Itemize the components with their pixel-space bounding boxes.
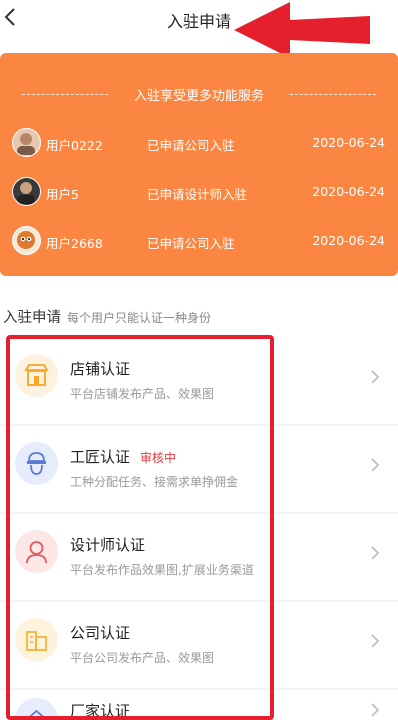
record-user: 用户0222 [46,138,103,153]
item-description: 工种分配任务、接需求单挣佣金 [70,475,239,489]
item-description: 平台店铺发布产品、效果图 [70,387,215,401]
record-date: 2020-06-24 [312,135,385,150]
application-record: 用户5 已申请设计师入驻 2020-06-24 [0,175,398,209]
list-item-factory[interactable]: 厂家认证 [0,690,398,720]
chevron-right-icon [371,458,380,472]
chevron-right-icon [371,703,380,717]
promo-banner: 入驻享受更多功能服务 用户0222 已申请公司入驻 2020-06-24 用户5… [0,53,398,276]
worker-helmet-icon [15,442,58,485]
item-description: 平台公司发布产品、效果图 [70,651,215,665]
list-item-designer[interactable]: 设计师认证 平台发布作品效果图,扩展业务渠道 [0,514,398,600]
status-badge: 审核中 [140,451,177,465]
avatar [12,177,41,206]
record-date: 2020-06-24 [312,233,385,248]
avatar [12,128,41,157]
list-item-worker[interactable]: 工匠认证 审核中 工种分配任务、接需求单挣佣金 [0,426,398,512]
item-title: 工匠认证 审核中 [70,448,177,466]
divider [290,94,376,95]
record-user: 用户2668 [46,236,103,251]
record-user: 用户5 [46,187,79,202]
page-title: 入驻申请 [166,12,231,31]
chevron-right-icon [371,370,380,384]
banner-header: 入驻享受更多功能服务 [0,84,398,104]
application-record: 用户2668 已申请公司入驻 2020-06-24 [0,224,398,258]
section-subtitle: 每个用户只能认证一种身份 [67,311,212,325]
record-action: 已申请公司入驻 [147,236,235,251]
certification-list: 店铺认证 平台店铺发布产品、效果图 工匠认证 审核中 工种分配任务、接需求单挣佣金… [0,338,398,720]
item-title: 公司认证 [70,624,131,642]
item-title: 厂家认证 [70,702,131,720]
chevron-right-icon [371,546,380,560]
item-description: 平台发布作品效果图,扩展业务渠道 [70,563,254,577]
item-title: 设计师认证 [70,536,146,554]
factory-icon [15,698,58,720]
record-action: 已申请公司入驻 [147,138,235,153]
store-icon [15,354,58,397]
designer-icon [15,530,58,573]
section-header: 入驻申请 每个用户只能认证一种身份 [3,306,211,328]
building-icon [15,618,58,661]
list-item-company[interactable]: 公司认证 平台公司发布产品、效果图 [0,602,398,688]
list-item-store[interactable]: 店铺认证 平台店铺发布产品、效果图 [0,338,398,424]
application-record: 用户0222 已申请公司入驻 2020-06-24 [0,126,398,160]
avatar [12,226,41,255]
section-title: 入驻申请 [3,310,61,326]
item-title: 店铺认证 [70,360,131,378]
header: 入驻申请 [0,0,398,40]
record-date: 2020-06-24 [312,184,385,199]
record-action: 已申请设计师入驻 [147,187,248,202]
chevron-right-icon [371,634,380,648]
